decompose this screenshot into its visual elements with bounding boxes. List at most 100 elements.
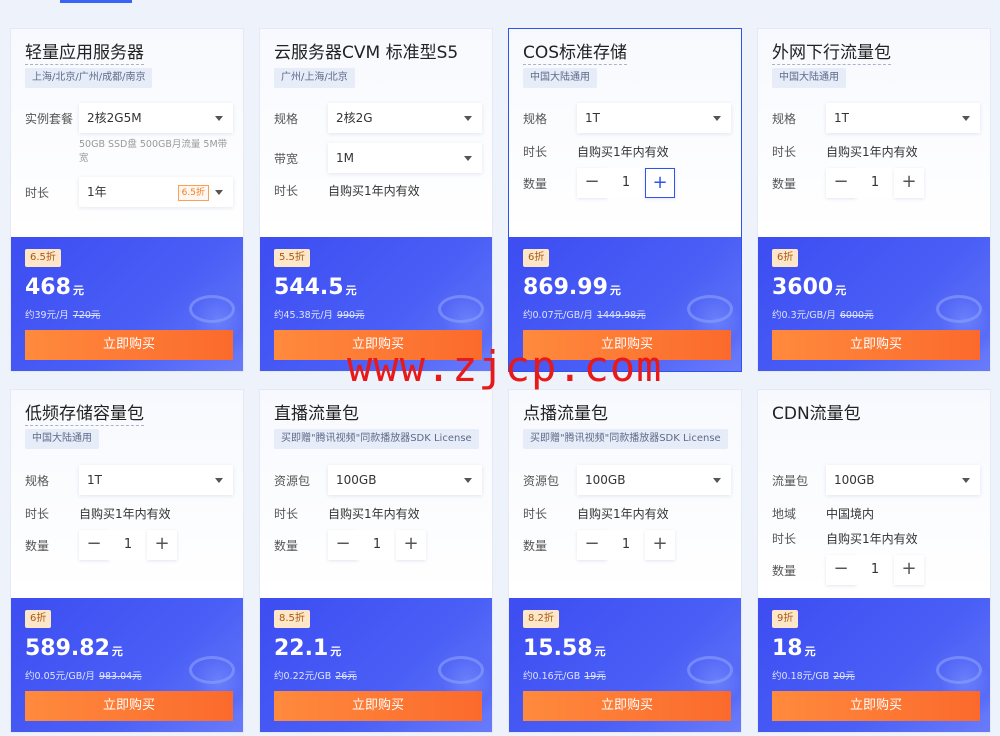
buy-now-button[interactable]: 立即购买 bbox=[523, 691, 731, 721]
region-tag: 买即赠"腾讯视频"同款播放器SDK License bbox=[523, 429, 728, 449]
spec-select-value: 100GB bbox=[834, 473, 875, 487]
buy-now-button[interactable]: 立即购买 bbox=[523, 330, 731, 360]
decrement-button[interactable]: − bbox=[826, 168, 856, 198]
region-tag: 中国大陆通用 bbox=[772, 68, 846, 88]
price-panel: 6折 589.82 元 约0.05元/GB/月 983.04元 立即购买 bbox=[11, 598, 243, 732]
discount-badge: 6折 bbox=[772, 249, 799, 267]
decrement-button[interactable]: − bbox=[826, 555, 856, 585]
quantity-label: 数量 bbox=[772, 564, 797, 578]
chevron-down-icon bbox=[464, 116, 472, 121]
duration-select[interactable]: 1年 6.5折 bbox=[79, 177, 233, 207]
increment-button[interactable]: + bbox=[894, 555, 924, 585]
discount-badge: 8.2折 bbox=[523, 610, 559, 628]
spec-select[interactable]: 100GB bbox=[826, 465, 980, 495]
bandwidth-select-value: 1M bbox=[336, 151, 354, 165]
spec-label: 规格 bbox=[25, 474, 50, 488]
increment-button[interactable]: + bbox=[645, 168, 675, 198]
price-unit: 元 bbox=[835, 284, 847, 297]
original-price: 983.04元 bbox=[98, 671, 142, 682]
disk-ring-decoration-icon bbox=[438, 656, 484, 684]
quantity-stepper: − 1 + bbox=[79, 530, 177, 560]
original-price: 19元 bbox=[584, 671, 606, 682]
spec-label: 资源包 bbox=[523, 474, 560, 488]
product-card-cdn-traffic: CDN流量包 流量包 100GB 地域 中国境内 时长 自购买1年内有效 数量 … bbox=[757, 389, 991, 733]
quantity-input[interactable]: 1 bbox=[607, 530, 645, 560]
increment-button[interactable]: + bbox=[894, 168, 924, 198]
spec-label: 规格 bbox=[772, 112, 797, 126]
spec-select[interactable]: 1T bbox=[577, 103, 731, 133]
region-tag: 中国大陆通用 bbox=[25, 429, 99, 449]
price-unit: 元 bbox=[72, 284, 84, 297]
buy-now-button[interactable]: 立即购买 bbox=[772, 691, 980, 721]
price-panel: 5.5折 544.5 元 约45.38元/月 990元 立即购买 bbox=[260, 237, 492, 371]
quantity-input[interactable]: 1 bbox=[358, 530, 396, 560]
price: 18 元 bbox=[772, 636, 816, 661]
discount-badge: 5.5折 bbox=[274, 249, 310, 267]
spec-select[interactable]: 1T bbox=[79, 465, 233, 495]
quantity-label: 数量 bbox=[772, 177, 797, 191]
decrement-button[interactable]: − bbox=[577, 530, 607, 560]
price-panel: 8.5折 22.1 元 约0.22元/GB 26元 立即购买 bbox=[260, 598, 492, 732]
price-value: 589.82 bbox=[25, 636, 110, 661]
price-value: 22.1 bbox=[274, 636, 329, 661]
disk-ring-decoration-icon bbox=[936, 656, 982, 684]
spec-select[interactable]: 100GB bbox=[577, 465, 731, 495]
unit-price: 约0.16元/GB bbox=[523, 671, 581, 682]
chevron-down-icon bbox=[215, 190, 223, 195]
quantity-input[interactable]: 1 bbox=[856, 168, 894, 198]
disk-ring-decoration-icon bbox=[687, 295, 733, 323]
price-detail: 约0.18元/GB 20元 bbox=[772, 668, 855, 682]
spec-select[interactable]: 2核2G bbox=[328, 103, 482, 133]
buy-now-button[interactable]: 立即购买 bbox=[25, 691, 233, 721]
decrement-button[interactable]: − bbox=[79, 530, 109, 560]
price-panel: 9折 18 元 约0.18元/GB 20元 立即购买 bbox=[758, 598, 990, 732]
spec-select[interactable]: 2核2G5M bbox=[79, 103, 233, 133]
spec-select[interactable]: 1T bbox=[826, 103, 980, 133]
duration-label: 时长 bbox=[25, 186, 50, 200]
price-value: 3600 bbox=[772, 275, 834, 300]
region-tag: 上海/北京/广州/成都/南京 bbox=[25, 68, 153, 88]
quantity-input[interactable]: 1 bbox=[856, 555, 894, 585]
price-unit: 元 bbox=[330, 645, 342, 658]
increment-button[interactable]: + bbox=[396, 530, 426, 560]
disk-ring-decoration-icon bbox=[189, 656, 235, 684]
product-card-live-traffic: 直播流量包 买即赠"腾讯视频"同款播放器SDK License 资源包 100G… bbox=[259, 389, 493, 733]
duration-label: 时长 bbox=[274, 184, 299, 198]
unit-price: 约0.07元/GB/月 bbox=[523, 310, 593, 321]
quantity-label: 数量 bbox=[25, 539, 50, 553]
original-price: 6000元 bbox=[839, 310, 874, 321]
spec-select[interactable]: 100GB bbox=[328, 465, 482, 495]
bandwidth-select[interactable]: 1M bbox=[328, 143, 482, 173]
increment-button[interactable]: + bbox=[147, 530, 177, 560]
buy-now-button[interactable]: 立即购买 bbox=[274, 330, 482, 360]
disk-ring-decoration-icon bbox=[687, 656, 733, 684]
price-value: 18 bbox=[772, 636, 803, 661]
duration-label: 时长 bbox=[274, 507, 299, 521]
quantity-stepper: − 1 + bbox=[826, 168, 924, 198]
quantity-stepper: − 1 + bbox=[577, 530, 675, 560]
quantity-stepper: − 1 + bbox=[328, 530, 426, 560]
quantity-input[interactable]: 1 bbox=[607, 168, 645, 198]
region-tag: 中国大陆通用 bbox=[523, 68, 597, 88]
increment-button[interactable]: + bbox=[645, 530, 675, 560]
price: 544.5 元 bbox=[274, 275, 357, 300]
product-card-cos: COS标准存储 中国大陆通用 规格 1T 时长 自购买1年内有效 数量 − 1 … bbox=[508, 28, 742, 372]
product-card-vod-traffic: 点播流量包 买即赠"腾讯视频"同款播放器SDK License 资源包 100G… bbox=[508, 389, 742, 733]
quantity-label: 数量 bbox=[523, 177, 548, 191]
decrement-button[interactable]: − bbox=[328, 530, 358, 560]
area-label: 地域 bbox=[772, 507, 797, 521]
buy-now-button[interactable]: 立即购买 bbox=[25, 330, 233, 360]
spec-note: 50GB SSD盘 500GB月流量 5M带宽 bbox=[79, 139, 228, 164]
buy-now-button[interactable]: 立即购买 bbox=[772, 330, 980, 360]
price-unit: 元 bbox=[594, 645, 606, 658]
active-tab-indicator[interactable] bbox=[60, 0, 132, 3]
quantity-stepper: − 1 + bbox=[577, 168, 675, 198]
price-value: 468 bbox=[25, 275, 71, 300]
chevron-down-icon bbox=[464, 478, 472, 483]
quantity-input[interactable]: 1 bbox=[109, 530, 147, 560]
spec-label: 规格 bbox=[523, 112, 548, 126]
decrement-button[interactable]: − bbox=[577, 168, 607, 198]
buy-now-button[interactable]: 立即购买 bbox=[274, 691, 482, 721]
chevron-down-icon bbox=[713, 478, 721, 483]
duration-text: 自购买1年内有效 bbox=[826, 145, 918, 159]
